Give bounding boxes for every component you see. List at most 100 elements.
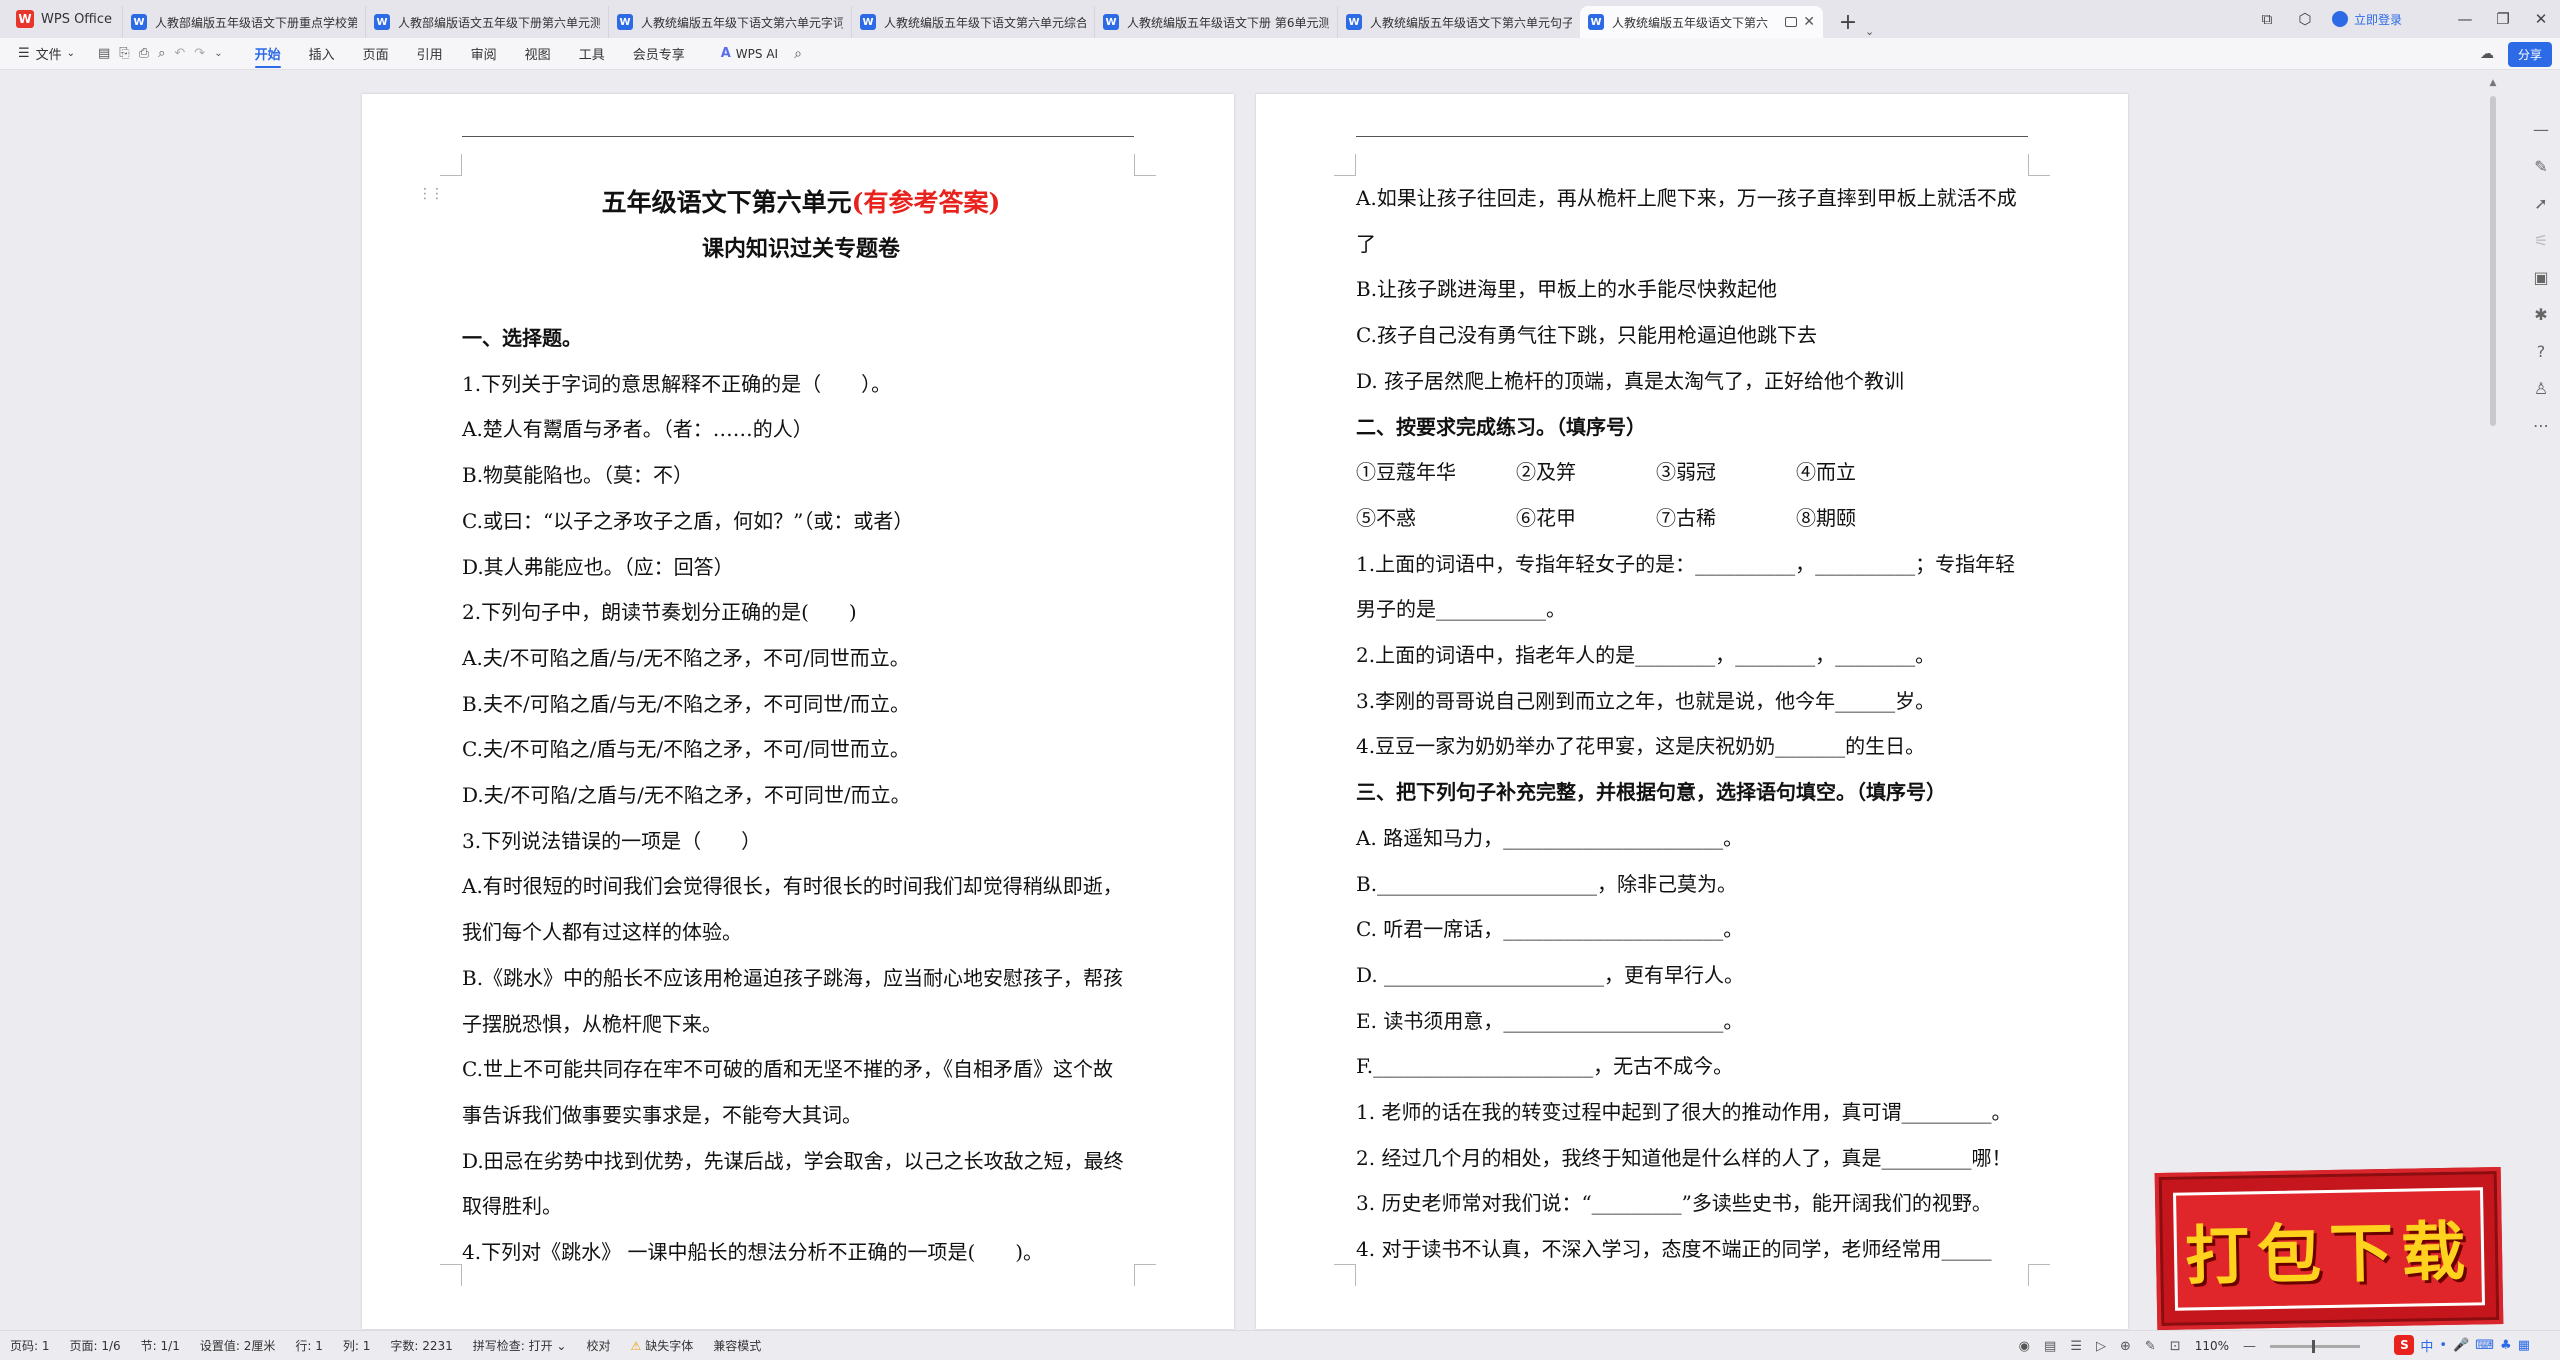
more-icon[interactable]: ⋯ — [2533, 416, 2549, 435]
scroll-up-icon[interactable]: ▲ — [2488, 78, 2498, 88]
tab-label: 人教统编版五年级语文下册 第6单元测 — [1127, 15, 1329, 30]
close-tab-icon[interactable]: ✕ — [1803, 14, 1815, 30]
status-page-count[interactable]: 页面: 1/6 — [60, 1337, 131, 1354]
skin-icon[interactable]: ♣ — [2500, 1338, 2512, 1353]
web-view-icon[interactable]: ⊕ — [2120, 1339, 2131, 1354]
document-subtitle: 课内知识过关专题卷 — [701, 236, 900, 262]
print-icon[interactable]: ⎙ — [139, 46, 149, 61]
text-line: 1. 老师的话在我的转变过程中起到了很大的推动作用，真可谓_________。 — [1356, 1100, 2012, 1125]
image-icon[interactable]: ▣ — [2533, 268, 2548, 287]
status-row[interactable]: 行: 1 — [285, 1337, 333, 1354]
keyboard-icon[interactable]: ⌨ — [2475, 1338, 2494, 1353]
text-line: 1.上面的词语中，专指年轻女子的是：__________，__________；… — [1356, 551, 2016, 576]
restore-view-icon[interactable]: ⧉ — [2248, 10, 2286, 28]
status-col[interactable]: 列: 1 — [333, 1337, 381, 1354]
paragraph-drag-handle-icon[interactable]: ⋮⋮ — [418, 186, 444, 202]
eye-protection-icon[interactable]: ◉ — [2019, 1339, 2030, 1354]
status-proof[interactable]: 校对 — [576, 1337, 620, 1354]
box-icon[interactable]: ⬡ — [2286, 10, 2324, 28]
ribbon-tab-page[interactable]: 页面 — [349, 38, 403, 70]
text-line: 事告诉我们做事要实事求是，不能夸大其词。 — [462, 1102, 862, 1127]
redo-icon[interactable]: ↷ — [194, 46, 205, 61]
file-menu[interactable]: ☰ 文件 ⌄ — [0, 44, 88, 63]
document-tab[interactable]: W 人教统编版五年级语文下第六单元句子 — [1337, 6, 1580, 38]
adjust-icon[interactable]: ⚟ — [2534, 231, 2548, 250]
ribbon-tab-references[interactable]: 引用 — [403, 38, 457, 70]
text-line: C.夫/不可陷之/盾与无/不陷之矛，不可/同世而立。 — [462, 737, 910, 762]
margin-corner-mark — [1334, 1264, 1356, 1286]
undo-icon[interactable]: ↶ — [174, 46, 185, 61]
close-window-icon[interactable]: ✕ — [2522, 10, 2560, 28]
cloud-sync-icon[interactable]: ☁ — [2480, 46, 2494, 62]
vertical-scrollbar[interactable]: ▲ — [2488, 78, 2498, 1328]
document-tab[interactable]: W 人教统编版五年级语文下册 第6单元测 — [1094, 6, 1337, 38]
document-tab[interactable]: W 人教统编版五年级下语文第六单元字词 — [608, 6, 851, 38]
status-spell-check[interactable]: 拼写检查: 打开 ⌄ — [463, 1337, 577, 1354]
help-icon[interactable]: ? — [2537, 342, 2546, 361]
text-line: 2. 经过几个月的相处，我终于知道他是什么样的人了，真是_________哪！ — [1356, 1145, 2012, 1170]
download-package-banner[interactable]: 打包下载 — [2154, 1166, 2504, 1331]
document-tab[interactable]: W 人教统编版五年级下语文第六单元综合 — [851, 6, 1094, 38]
status-compat-mode[interactable]: 兼容模式 — [703, 1337, 771, 1354]
word-doc-icon: W — [1103, 14, 1119, 30]
new-tab-button[interactable]: + — [1831, 6, 1865, 38]
page-1-content: 五年级语文下第六单元(有参考答案) 课内知识过关专题卷 一、选择题。 1.下列关于… — [462, 180, 1140, 1276]
pen-icon[interactable]: ✎ — [2534, 157, 2547, 176]
chevron-down-icon[interactable]: ⌄ — [214, 48, 222, 59]
status-word-count[interactable]: 字数: 2231 — [380, 1337, 462, 1354]
app-home-tab[interactable]: W WPS Office — [0, 0, 122, 38]
text-line: F.______________________，无古不成今。 — [1356, 1054, 1734, 1079]
share-button[interactable]: 分享 — [2507, 41, 2552, 67]
fit-page-icon[interactable]: ⊡ — [2170, 1339, 2181, 1354]
tab-label: 人教统编版五年级下语文第六单元综合 — [884, 15, 1086, 30]
status-section[interactable]: 节: 1/1 — [131, 1337, 190, 1354]
document-page-2[interactable]: A.如果让孩子往回走，再从桅杆上爬下来，万一孩子直摔到甲板上就活不成了 B.让孩子… — [1256, 94, 2128, 1329]
scrollbar-thumb[interactable] — [2490, 96, 2496, 426]
text-line: B.让孩子跳进海里，甲板上的水手能尽快救起他 — [1356, 277, 1778, 302]
play-icon[interactable]: ▷ — [2096, 1339, 2106, 1354]
search-icon[interactable]: ⌕ — [794, 46, 802, 62]
wps-ai-button[interactable]: A WPS AI — [721, 46, 778, 61]
print-preview-icon[interactable]: ⌕ — [158, 46, 165, 61]
export-pdf-icon[interactable]: ⎘ — [119, 46, 129, 61]
login-button[interactable]: 立即登录 — [2331, 11, 2402, 28]
select-cursor-icon[interactable]: ➚ — [2534, 194, 2547, 213]
zoom-level[interactable]: 110% — [2195, 1339, 2229, 1353]
ribbon-tab-tools[interactable]: 工具 — [565, 38, 619, 70]
header-line — [1356, 136, 2028, 137]
document-tab-active[interactable]: W 人教统编版五年级语文下第六 ✕ — [1580, 6, 1823, 38]
maximize-icon[interactable]: ❐ — [2484, 10, 2522, 28]
page-view-icon[interactable]: ▤ — [2044, 1339, 2056, 1354]
zoom-out-icon[interactable]: — — [2243, 1339, 2256, 1354]
zoom-slider[interactable] — [2270, 1339, 2360, 1353]
login-label: 立即登录 — [2353, 12, 2402, 27]
status-setting[interactable]: 设置值: 2厘米 — [190, 1337, 286, 1354]
ribbon-tab-member[interactable]: 会员专享 — [619, 38, 699, 70]
text-line: 我们每个人都有过这样的体验。 — [462, 920, 742, 945]
ribbon-tab-view[interactable]: 视图 — [511, 38, 565, 70]
wps-logo-icon: W — [16, 10, 34, 28]
outline-view-icon[interactable]: ☰ — [2070, 1339, 2082, 1354]
document-tab[interactable]: W 人教部编版语文五年级下册第六单元测 — [365, 6, 608, 38]
monitor-icon[interactable] — [1785, 17, 1798, 27]
status-missing-font[interactable]: 缺失字体 — [621, 1337, 704, 1354]
sogou-ime-icon[interactable]: S — [2394, 1335, 2415, 1355]
right-side-toolbar: — ✎ ➚ ⚟ ▣ ✱ ? ♙ ⋯ — [2522, 70, 2560, 1328]
ime-language[interactable]: 中 — [2420, 1336, 2433, 1355]
edit-view-icon[interactable]: ✎ — [2145, 1339, 2156, 1354]
magic-tool-icon[interactable]: ✱ — [2534, 305, 2547, 324]
microphone-icon[interactable]: 🎤 — [2453, 1338, 2469, 1353]
punctuation-icon[interactable]: • — [2439, 1338, 2447, 1353]
toolbox-icon[interactable]: ▦ — [2518, 1338, 2530, 1353]
save-icon[interactable]: ▤ — [98, 46, 110, 61]
minimize-icon[interactable]: — — [2446, 10, 2484, 28]
ribbon-tab-home[interactable]: 开始 — [241, 38, 295, 70]
document-page-1[interactable]: ⋮⋮ 五年级语文下第六单元(有参考答案) 课内知识过关专题卷 一、选择题。 1.下… — [362, 94, 1234, 1329]
ribbon-tab-review[interactable]: 审阅 — [457, 38, 511, 70]
ribbon-tab-insert[interactable]: 插入 — [295, 38, 349, 70]
document-tab[interactable]: W 人教部编版五年级语文下册重点学校第 — [122, 6, 365, 38]
shirt-icon[interactable]: ♙ — [2534, 379, 2548, 398]
collapse-icon[interactable]: — — [2533, 120, 2549, 139]
status-page-number[interactable]: 页码: 1 — [0, 1337, 60, 1354]
tab-list-chevron-icon[interactable]: ⌄ — [1865, 25, 1874, 38]
